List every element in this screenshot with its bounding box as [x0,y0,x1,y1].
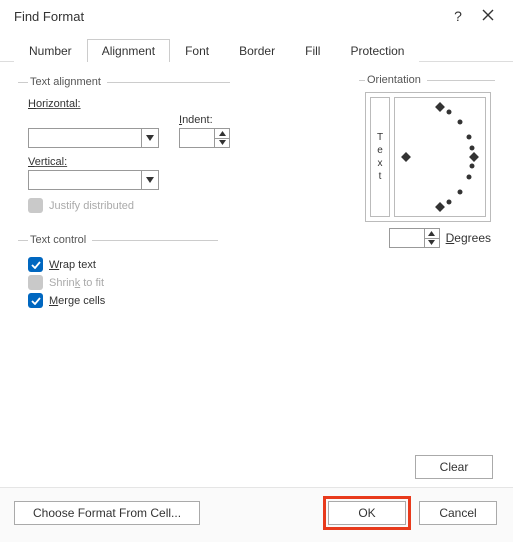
wrap-text-checkbox[interactable] [28,257,43,272]
tab-number[interactable]: Number [14,39,87,62]
ok-button[interactable]: OK [328,501,406,525]
tab-alignment[interactable]: Alignment [87,39,170,62]
vertical-input[interactable] [29,171,141,189]
indent-up-icon[interactable] [215,129,229,139]
degrees-up-icon[interactable] [425,229,439,239]
horizontal-input[interactable] [29,129,141,147]
justify-distributed-checkbox [28,198,43,213]
window-title: Find Format [14,9,443,24]
merge-cells-label: Merge cells [49,295,105,307]
degrees-label: Degrees [446,231,491,245]
orientation-group: Orientation T e x t [359,74,495,256]
ok-highlight: OK [323,496,411,530]
degrees-spinner[interactable] [389,228,440,248]
text-alignment-legend: Text alignment [28,76,107,88]
tab-fill[interactable]: Fill [290,39,335,62]
orientation-arc[interactable] [394,97,486,217]
text-alignment-group: Text alignment Horizontal: Indent: [18,76,230,224]
degrees-input[interactable] [390,229,424,247]
tab-border[interactable]: Border [224,39,290,62]
indent-input[interactable] [180,129,214,147]
indent-label: Indent: [179,114,213,126]
text-control-legend: Text control [28,234,92,246]
tab-font[interactable]: Font [170,39,224,62]
footer: Clear Choose Format From Cell... OK Canc… [0,451,513,542]
clear-button[interactable]: Clear [415,455,493,479]
vertical-dropdown-icon[interactable] [141,171,158,189]
degrees-down-icon[interactable] [425,239,439,248]
cancel-button[interactable]: Cancel [419,501,497,525]
horizontal-combo[interactable] [28,128,159,148]
horizontal-dropdown-icon[interactable] [141,129,158,147]
orientation-vertical-text[interactable]: T e x t [370,97,390,217]
orientation-legend: Orientation [365,74,427,86]
horizontal-label: Horizontal: [28,98,81,110]
shrink-label: Shrink to fit [49,277,104,289]
choose-format-button[interactable]: Choose Format From Cell... [14,501,200,525]
indent-spinner[interactable] [179,128,230,148]
wrap-text-label: Wrap text [49,259,96,271]
indent-down-icon[interactable] [215,139,229,148]
close-button[interactable] [473,8,503,24]
text-control-group: Text control Wrap text Shrink to fit Mer… [18,234,218,319]
vertical-label: Vertical: [28,156,67,168]
tab-protection[interactable]: Protection [335,39,419,62]
orientation-diagram[interactable]: T e x t [365,92,491,222]
tabs: Number Alignment Font Border Fill Protec… [0,32,513,62]
shrink-checkbox [28,275,43,290]
justify-distributed-label: Justify distributed [49,200,134,212]
content-area: Text alignment Horizontal: Indent: [0,62,513,462]
vertical-combo[interactable] [28,170,159,190]
titlebar: Find Format ? [0,0,513,28]
help-button[interactable]: ? [443,8,473,24]
merge-cells-checkbox[interactable] [28,293,43,308]
